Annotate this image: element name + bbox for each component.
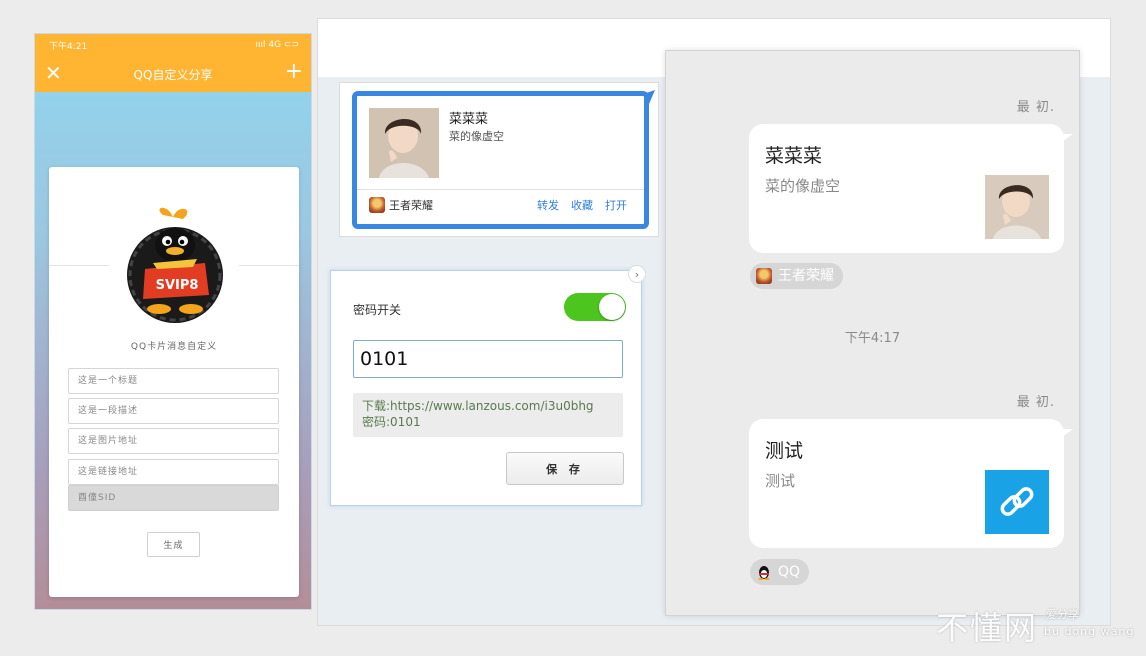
password-panel: › 密码开关 0101 下载:https://www.lanzous.com/i… xyxy=(330,265,646,506)
watermark-pinyin: bu dong wang xyxy=(1044,625,1135,638)
sender-name: 最 初. xyxy=(1016,395,1055,410)
svip-penguin-logo: SVIP8 xyxy=(127,207,223,323)
link-thumbnail xyxy=(985,470,1049,534)
sender-name: 最 初. xyxy=(1016,100,1055,115)
share-source: 王者荣耀 xyxy=(389,199,433,212)
message-title: 菜菜菜 xyxy=(765,145,823,167)
download-note: 下载:https://www.lanzous.com/i3u0bhg 密码:01… xyxy=(353,393,623,437)
password-switch-label: 密码开关 xyxy=(353,303,402,317)
share-description: 菜的像虚空 xyxy=(449,130,504,143)
bubble-tail-icon xyxy=(643,90,655,104)
message-description: 菜的像虚空 xyxy=(765,177,841,195)
add-icon[interactable]: + xyxy=(285,60,303,84)
divider xyxy=(49,265,109,266)
form-card: SVIP8 QQ卡片消息自定义 这是一个标题 这是一段描述 这是图片地址 这是链… xyxy=(49,167,299,597)
image-url-field[interactable]: 这是图片地址 xyxy=(68,428,279,454)
game-app-icon xyxy=(369,197,385,213)
message-bubble[interactable]: 菜菜菜 菜的像虚空 xyxy=(749,124,1073,253)
message-bubble[interactable]: 测试 测试 xyxy=(749,419,1073,548)
share-card-preview: 菜菜菜 菜的像虚空 王者荣耀 转发 收藏 打开 xyxy=(339,82,659,237)
portrait-thumbnail xyxy=(369,108,439,178)
link-url-field[interactable]: 这是链接地址 xyxy=(68,459,279,485)
game-app-icon xyxy=(756,268,772,284)
watermark-logo: 不懂网 xyxy=(936,609,1039,647)
qq-penguin-icon xyxy=(758,566,770,580)
share-card[interactable]: 菜菜菜 菜的像虚空 王者荣耀 转发 收藏 打开 xyxy=(352,91,649,229)
message-description: 测试 xyxy=(765,472,796,490)
message-title: 测试 xyxy=(765,440,804,462)
download-password-text: 密码:0101 xyxy=(362,415,421,429)
generate-button[interactable]: 生成 xyxy=(147,532,200,557)
status-time: 下午4:21 xyxy=(49,41,88,52)
divider xyxy=(239,265,299,266)
sid-field[interactable]: 酉僮SID xyxy=(68,485,279,511)
portrait-thumbnail xyxy=(985,175,1049,239)
divider xyxy=(357,189,644,190)
phone-titlebar: ✕ QQ自定义分享 + xyxy=(35,56,311,92)
status-bar: 下午4:21 ıııl 4G ⊂⊃ xyxy=(35,34,311,56)
source-tag: 王者荣耀 xyxy=(750,263,843,289)
toggle-knob xyxy=(599,294,625,320)
favorite-button[interactable]: 收藏 xyxy=(571,197,593,213)
source-tag-label: 王者荣耀 xyxy=(778,268,834,284)
chat-preview: 最 初. 菜菜菜 菜的像虚空 王者荣耀 下午4:17 最 初. 测试 测试 QQ xyxy=(665,50,1080,616)
svg-text:SVIP8: SVIP8 xyxy=(156,278,199,293)
chat-timestamp: 下午4:17 xyxy=(844,331,901,346)
password-input[interactable]: 0101 xyxy=(353,340,623,378)
card-subtitle: QQ卡片消息自定义 xyxy=(130,342,218,352)
link-icon xyxy=(1000,487,1034,516)
phone-title: QQ自定义分享 xyxy=(133,67,213,82)
collapse-icon[interactable]: › xyxy=(628,265,646,283)
forward-button[interactable]: 转发 xyxy=(537,197,559,213)
status-signal: ıııl 4G ⊂⊃ xyxy=(255,40,299,50)
open-button[interactable]: 打开 xyxy=(605,197,627,213)
watermark-slogan: 爱分享 xyxy=(1046,608,1079,621)
title-field[interactable]: 这是一个标题 xyxy=(68,368,279,394)
save-button[interactable]: 保 存 xyxy=(506,452,624,485)
description-field[interactable]: 这是一段描述 xyxy=(68,398,279,424)
close-icon[interactable]: ✕ xyxy=(45,62,62,84)
download-link-text: 下载:https://www.lanzous.com/i3u0bhg xyxy=(362,399,594,413)
share-title: 菜菜菜 xyxy=(449,112,489,127)
source-tag-label: QQ xyxy=(778,564,801,580)
password-toggle[interactable] xyxy=(564,293,626,321)
phone-preview: 下午4:21 ıııl 4G ⊂⊃ ✕ QQ自定义分享 + SVIP8 QQ卡片… xyxy=(34,33,312,610)
source-tag: QQ xyxy=(750,559,810,585)
